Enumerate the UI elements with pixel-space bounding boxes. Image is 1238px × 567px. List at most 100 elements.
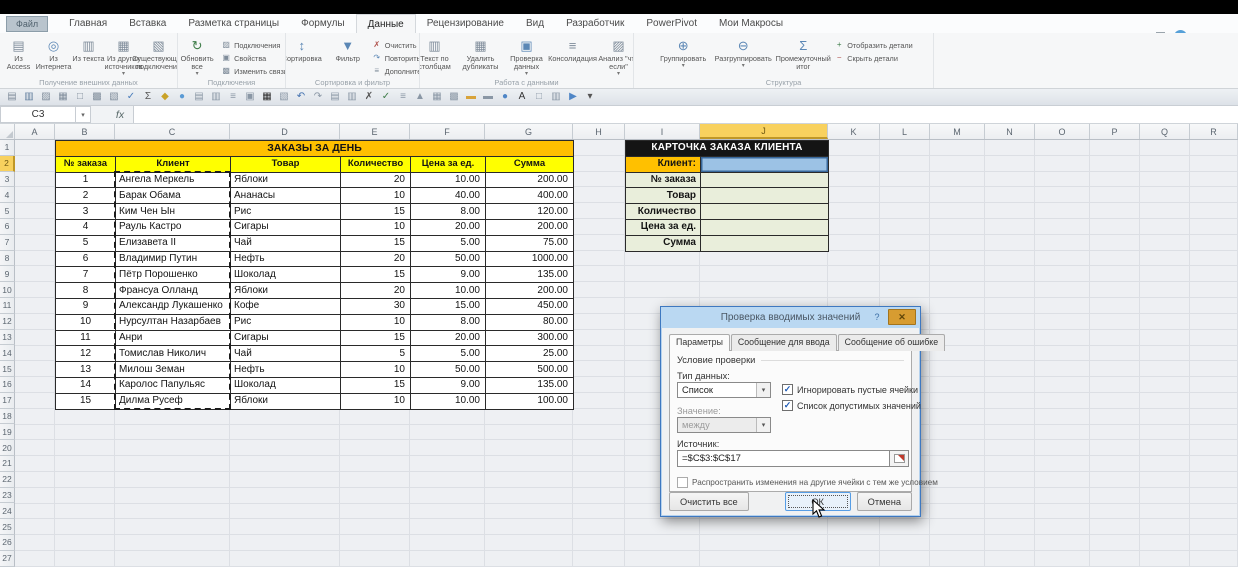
cell[interactable]: 50.00 [410,361,486,378]
checkbox-checked-icon[interactable]: ✓ [782,400,793,411]
cell[interactable]: 15.00 [410,297,486,315]
cell[interactable]: 10 [340,392,411,410]
ribbon-tab-7[interactable]: Разработчик [555,14,635,33]
ribbon-button[interactable]: ⊕ Группировать ▾ [654,35,712,69]
row-header-5[interactable]: 5 [0,203,15,219]
orders-header-cell[interactable]: Клиент [115,155,231,173]
cell[interactable]: Кофе [230,297,341,315]
cell[interactable]: 20.00 [410,329,486,347]
qat-grid-dark-icon[interactable]: ▦ [259,90,275,104]
qat-cells-icon[interactable]: ▤ [327,90,343,104]
qat-sheet2-icon[interactable]: ▥ [548,90,564,104]
card-field-value[interactable] [700,218,829,236]
ribbon-button[interactable]: − Скрыть детали [834,53,913,63]
column-header-J[interactable]: J [700,124,828,139]
cell[interactable]: 10 [340,361,411,378]
qat-borders-icon[interactable]: ▦ [429,90,445,104]
cell[interactable]: 200.00 [485,282,574,299]
ribbon-button[interactable]: ▣ Проверка данных ▾ [505,35,549,77]
ribbon-button[interactable]: ▼ Фильтр [326,35,370,63]
row-header-14[interactable]: 14 [0,345,15,362]
qat-pen-yellow-icon[interactable]: ▬ [463,90,479,104]
column-header-R[interactable]: R [1190,124,1238,139]
cell[interactable]: 15 [340,376,411,394]
ribbon-tab-9[interactable]: Мои Макросы [708,14,794,33]
orders-header-cell[interactable]: Сумма [485,155,574,173]
column-header-H[interactable]: H [573,124,625,139]
qat-undo-icon[interactable]: ↶ [293,90,309,104]
cell[interactable]: 6 [55,250,116,268]
cancel-button[interactable]: Отмена [856,492,912,511]
cell[interactable]: 50.00 [410,250,486,268]
cell[interactable]: 8.00 [410,203,486,220]
in-cell-dropdown-checkbox[interactable]: ✓ Список допустимых значений [782,400,921,411]
tab-input-message[interactable]: Сообщение для ввода [730,334,837,351]
row-header-8[interactable]: 8 [0,250,15,267]
ribbon-tab-0[interactable]: Главная [58,14,118,33]
row-header-20[interactable]: 20 [0,440,15,456]
qat-font-icon[interactable]: A [514,90,530,104]
row-header-27[interactable]: 27 [0,550,15,567]
cell[interactable]: 300.00 [485,329,574,347]
row-header-19[interactable]: 19 [0,424,15,441]
cell[interactable]: 15 [55,392,116,410]
cell[interactable]: 2 [55,187,116,205]
orders-header-cell[interactable]: Количество [340,155,411,173]
ribbon-button[interactable]: ⊖ Разгруппировать ▾ [714,35,772,69]
qat-chart-icon[interactable]: ▲ [412,90,428,104]
qat-flower-icon[interactable]: ● [174,90,190,104]
cell[interactable]: 20.00 [410,218,486,236]
column-header-I[interactable]: I [625,124,700,139]
cell[interactable]: 9.00 [410,266,486,284]
cell[interactable]: 1 [55,171,116,189]
row-header-25[interactable]: 25 [0,519,15,535]
cell[interactable]: 200.00 [485,171,574,189]
cell[interactable]: 20 [340,171,411,189]
column-header-O[interactable]: O [1035,124,1090,139]
qat-dropdown-icon[interactable]: ▾ [582,90,598,104]
cell[interactable]: 15 [340,234,411,252]
cell[interactable]: 40.00 [410,187,486,205]
cell[interactable]: Сигары [230,329,341,347]
qat-page-icon[interactable]: ▧ [276,90,292,104]
cell[interactable]: 9.00 [410,376,486,394]
row-header-13[interactable]: 13 [0,329,15,346]
cell[interactable]: Шоколад [230,376,341,394]
ribbon-tab-5[interactable]: Рецензирование [416,14,515,33]
chevron-down-icon[interactable]: ▾ [756,383,770,397]
cell[interactable]: Рауль Кастро [115,218,231,236]
cell[interactable]: 20 [340,282,411,299]
ignore-blank-checkbox[interactable]: ✓ Игнорировать пустые ячейки [782,384,918,395]
row-header-7[interactable]: 7 [0,234,15,251]
cell[interactable]: Нефть [230,361,341,378]
ribbon-button[interactable]: + Отобразить детали [834,40,913,50]
cell[interactable]: Елизавета II [115,234,231,252]
qat-spell-icon[interactable]: ✓ [123,90,139,104]
cell[interactable]: 135.00 [485,376,574,394]
ribbon-button[interactable]: ▨Анализ "что если"▾ [597,35,633,77]
column-header-C[interactable]: C [115,124,230,139]
formula-input[interactable] [133,106,1238,123]
card-field-value[interactable] [700,203,829,220]
cell[interactable]: 14 [55,376,116,394]
data-type-combo[interactable]: Список ▾ [677,382,771,398]
ribbon-tab-3[interactable]: Формулы [290,14,356,33]
qat-sum-icon[interactable]: Σ [140,90,156,104]
column-header-A[interactable]: A [15,124,55,139]
cell[interactable]: 5 [340,345,411,363]
cell[interactable]: Чай [230,345,341,363]
cell[interactable]: 20 [340,250,411,268]
ribbon-tab-4[interactable]: Данные [355,14,416,33]
qat-file-icon[interactable]: ▤ [4,90,20,104]
cell[interactable]: Франсуа Олланд [115,282,231,299]
orders-header-cell[interactable]: Цена за ед. [410,155,486,173]
ribbon-button[interactable]: ◎ Из Интернета [36,35,72,71]
qat-comment-icon[interactable]: □ [531,90,547,104]
tab-parameters[interactable]: Параметры [669,334,730,351]
select-all-corner[interactable] [0,124,15,139]
cell[interactable]: Яблоки [230,392,341,410]
name-box[interactable]: C3 [0,106,76,123]
cell[interactable]: Рис [230,313,341,331]
cell[interactable]: 25.00 [485,345,574,363]
cell[interactable]: Шоколад [230,266,341,284]
